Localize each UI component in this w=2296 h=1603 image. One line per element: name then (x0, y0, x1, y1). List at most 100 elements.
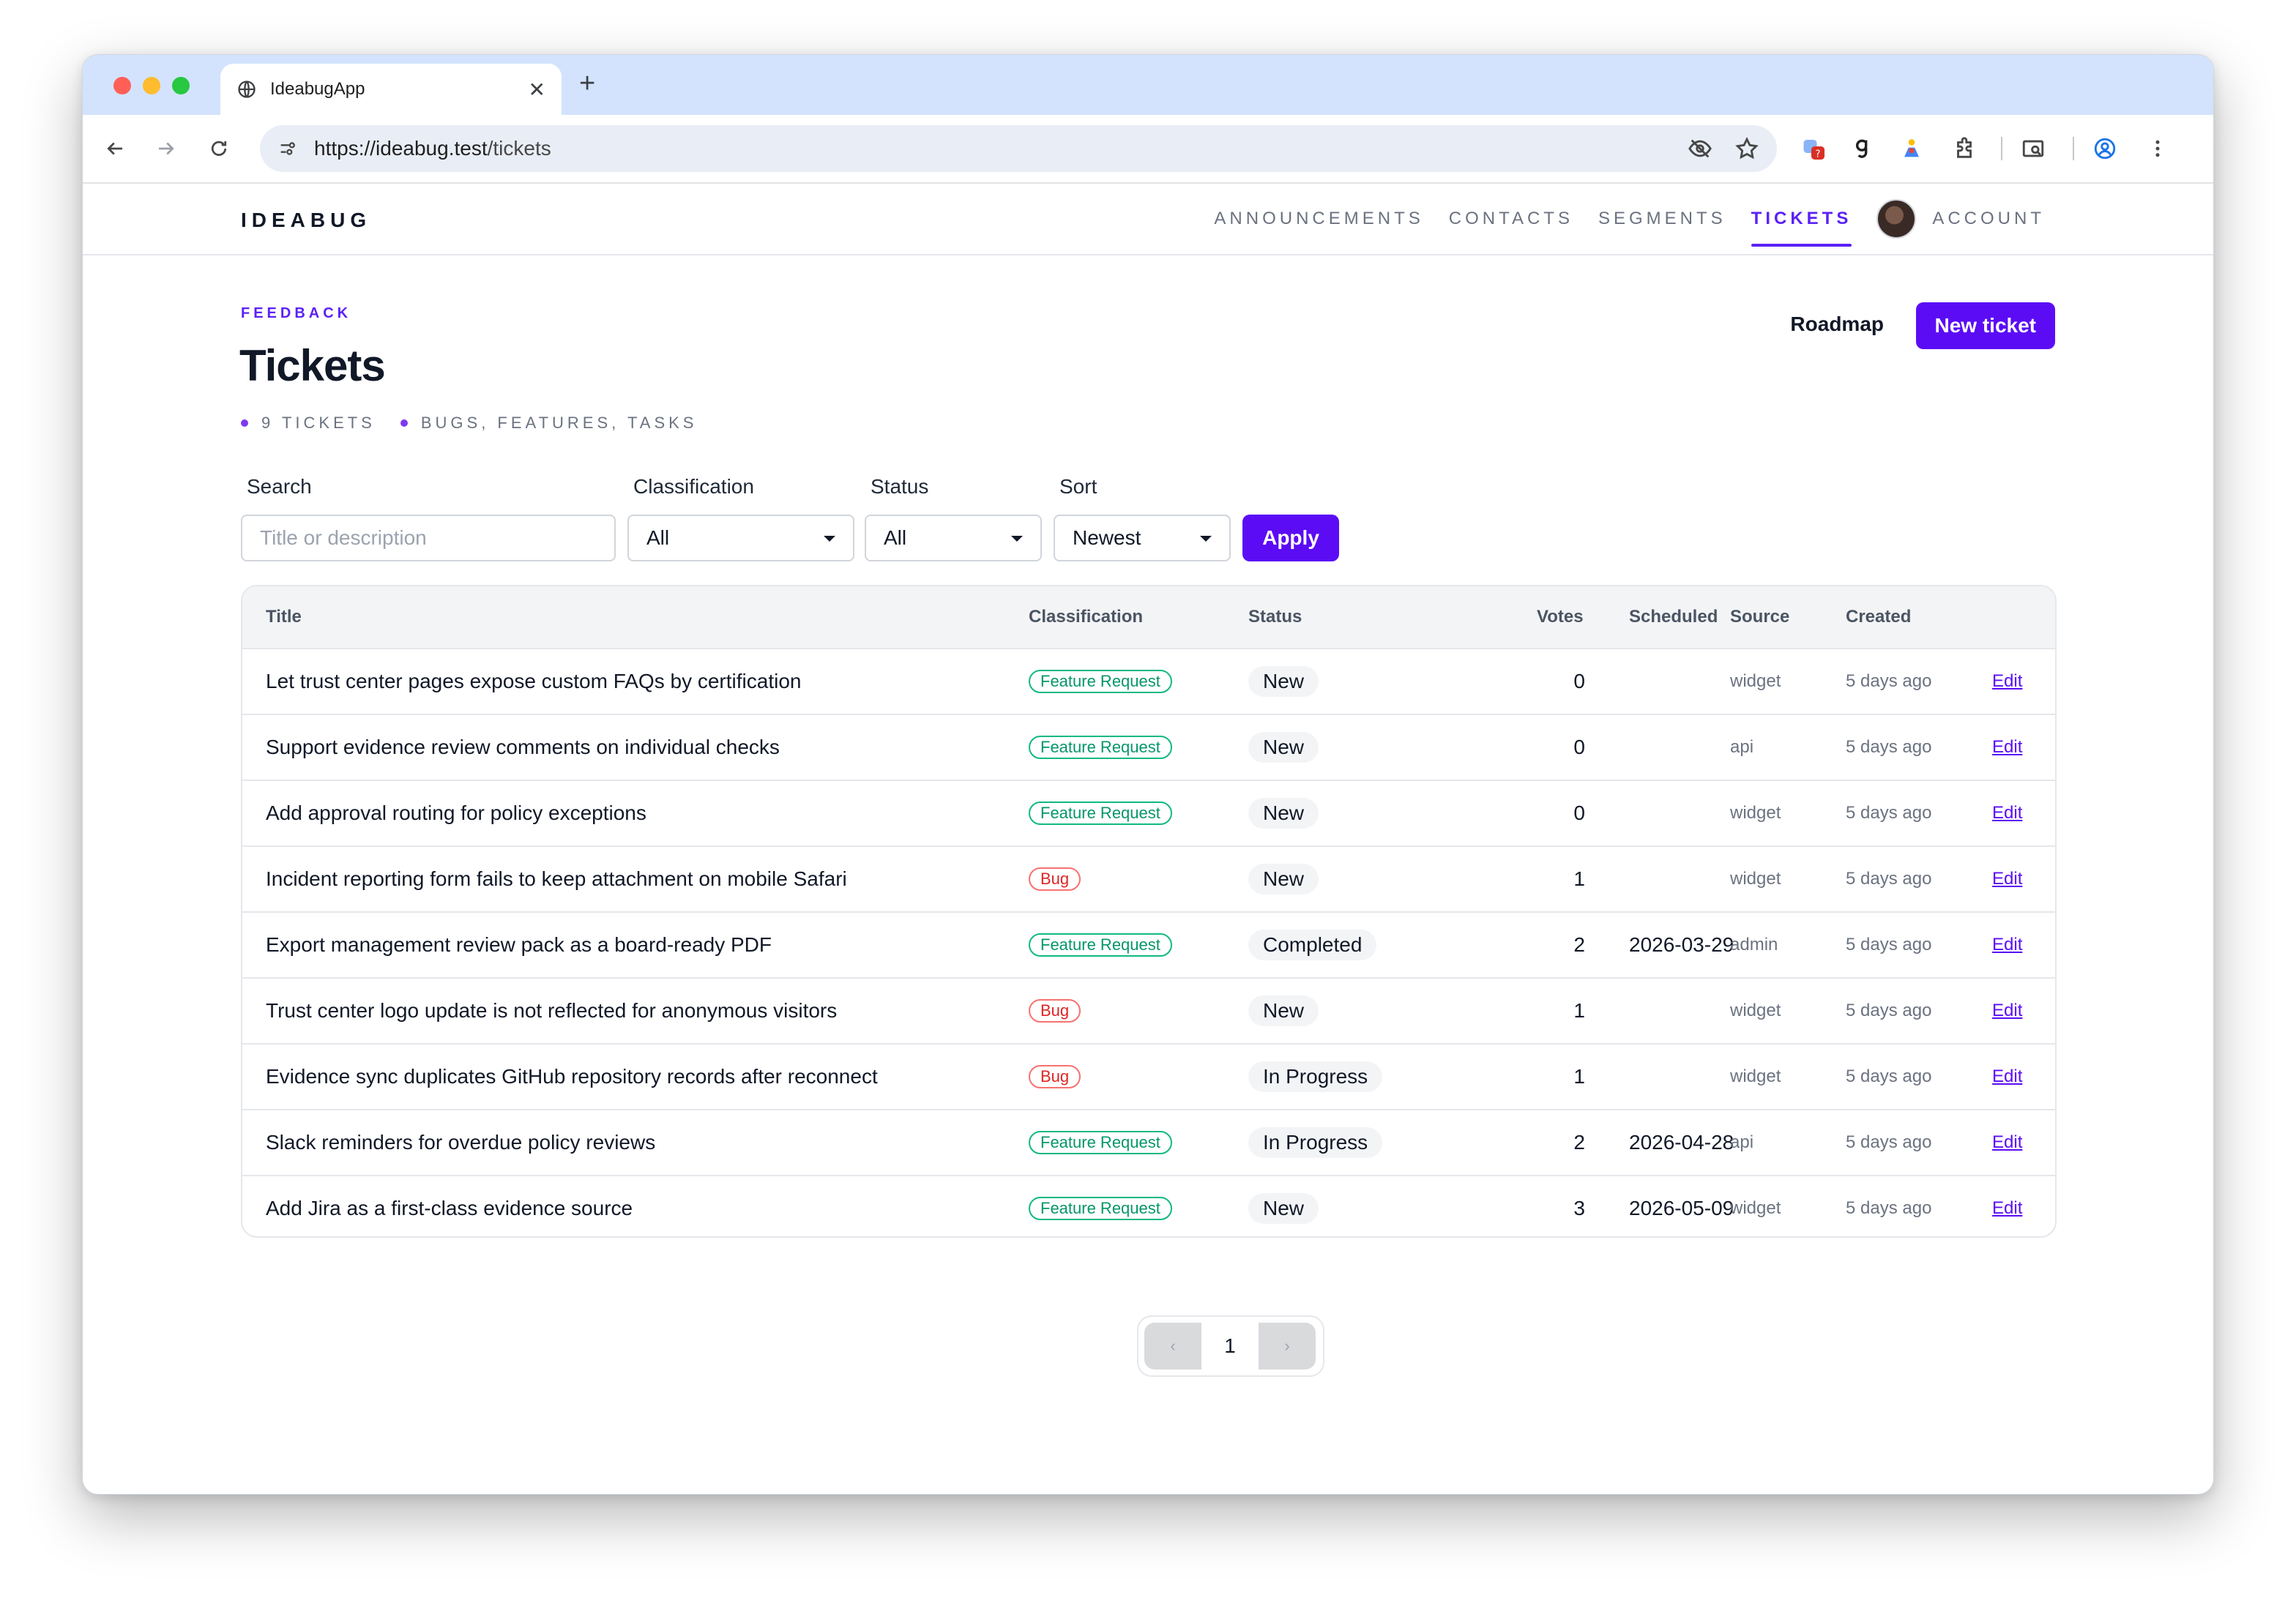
user-avatar[interactable] (1876, 199, 1917, 239)
browser-tab[interactable]: IdeabugApp ✕ (220, 64, 562, 115)
ticket-title[interactable]: Export management review pack as a board… (266, 913, 772, 977)
table-row[interactable]: Slack reminders for overdue policy revie… (242, 1109, 2055, 1175)
apply-button[interactable]: Apply (1242, 515, 1339, 561)
kebab-menu-icon[interactable] (2142, 132, 2174, 165)
status-badge: New (1248, 732, 1319, 763)
close-tab-icon[interactable]: ✕ (529, 78, 545, 102)
edit-link[interactable]: Edit (1992, 847, 2022, 911)
forward-icon[interactable] (150, 132, 182, 165)
ticket-title[interactable]: Support evidence review comments on indi… (266, 715, 780, 780)
votes-cell: 1 (1573, 867, 1585, 890)
scheduled-cell: 2026-04-28 (1629, 1131, 1734, 1154)
ticket-title[interactable]: Add approval routing for policy exceptio… (266, 781, 646, 845)
globe-icon (238, 81, 256, 98)
header-title[interactable]: Title (266, 607, 302, 627)
meta-ticket-count-text: 9 TICKETS (261, 414, 376, 432)
eye-off-icon[interactable] (1688, 136, 1712, 161)
bullet-dot (400, 419, 408, 427)
nav-account[interactable]: ACCOUNT (1932, 184, 2045, 254)
table-row[interactable]: Export management review pack as a board… (242, 911, 2055, 977)
page-meta: 9 TICKETS BUGS, FEATURES, TASKS (241, 414, 697, 433)
roadmap-link[interactable]: Roadmap (1790, 313, 1884, 336)
created-cell: 5 days ago (1846, 869, 1932, 889)
edit-link[interactable]: Edit (1992, 1045, 2022, 1109)
sort-select[interactable]: Newest (1054, 515, 1231, 561)
tab-search-icon[interactable] (2017, 132, 2049, 165)
table-row[interactable]: Evidence sync duplicates GitHub reposito… (242, 1043, 2055, 1109)
table-row[interactable]: Let trust center pages expose custom FAQ… (242, 648, 2055, 714)
status-badge: New (1248, 666, 1319, 697)
status-badge: New (1248, 1193, 1319, 1224)
classification-badge: Feature Request (1029, 802, 1172, 825)
classification-cell: Feature Request (1029, 781, 1172, 845)
edit-link[interactable]: Edit (1992, 781, 2022, 845)
table-row[interactable]: Add approval routing for policy exceptio… (242, 780, 2055, 845)
ticket-title[interactable]: Slack reminders for overdue policy revie… (266, 1110, 655, 1175)
site-settings-icon[interactable] (277, 138, 298, 159)
source-cell: admin (1730, 935, 1778, 954)
new-tab-button[interactable]: + (579, 70, 595, 97)
source-cell: widget (1730, 869, 1781, 889)
ticket-title[interactable]: Add Jira as a first-class evidence sourc… (266, 1176, 633, 1236)
tickets-table: Title Classification Status Votes Schedu… (241, 585, 2057, 1238)
bookmark-star-icon[interactable] (1734, 136, 1759, 161)
edit-link[interactable]: Edit (1992, 1110, 2022, 1175)
edit-link[interactable]: Edit (1992, 913, 2022, 977)
status-badge: New (1248, 864, 1319, 894)
profile-icon[interactable] (2089, 132, 2121, 165)
search-input[interactable]: Title or description (241, 515, 616, 561)
ticket-title[interactable]: Let trust center pages expose custom FAQ… (266, 649, 801, 714)
header-votes[interactable]: Votes (1537, 607, 1584, 627)
next-page-button[interactable]: › (1259, 1323, 1316, 1370)
votes-cell: 0 (1573, 802, 1585, 824)
edit-link[interactable]: Edit (1992, 649, 2022, 714)
votes-cell: 2 (1573, 933, 1585, 956)
ticket-title[interactable]: Trust center logo update is not reflecte… (266, 979, 837, 1043)
table-row[interactable]: Trust center logo update is not reflecte… (242, 977, 2055, 1043)
pagination: ‹ 1 › (1137, 1315, 1324, 1377)
edit-link[interactable]: Edit (1992, 1176, 2022, 1236)
nav-tickets[interactable]: TICKETS (1751, 184, 1852, 254)
ticket-title[interactable]: Incident reporting form fails to keep at… (266, 847, 847, 911)
address-bar[interactable]: https://ideabug.test/tickets (260, 125, 1777, 172)
edit-link[interactable]: Edit (1992, 979, 2022, 1043)
status-value: All (884, 526, 907, 549)
header-classification[interactable]: Classification (1029, 607, 1143, 627)
table-row[interactable]: Incident reporting form fails to keep at… (242, 845, 2055, 911)
header-scheduled[interactable]: Scheduled (1629, 607, 1718, 627)
classification-badge: Bug (1029, 1065, 1081, 1088)
source-cell: widget (1730, 1198, 1781, 1218)
table-row[interactable]: Add Jira as a first-class evidence sourc… (242, 1175, 2055, 1236)
nav-segments[interactable]: SEGMENTS (1598, 184, 1726, 254)
table-row[interactable]: Support evidence review comments on indi… (242, 714, 2055, 780)
colorful-extension-icon[interactable] (1896, 132, 1928, 165)
minimize-window-button[interactable] (143, 77, 160, 94)
edit-link[interactable]: Edit (1992, 715, 2022, 780)
header-created[interactable]: Created (1846, 607, 1911, 627)
votes-cell: 0 (1573, 736, 1585, 758)
source-cell: widget (1730, 1001, 1781, 1020)
ticket-title[interactable]: Evidence sync duplicates GitHub reposito… (266, 1045, 878, 1109)
extension-badge-icon[interactable]: ? (1797, 132, 1830, 165)
app-logo[interactable]: IDEABUG (241, 209, 371, 232)
status-cell: New (1248, 715, 1319, 780)
created-cell: 5 days ago (1846, 671, 1932, 691)
header-status[interactable]: Status (1248, 607, 1302, 627)
header-source[interactable]: Source (1730, 607, 1789, 627)
page-1-button[interactable]: 1 (1201, 1323, 1259, 1370)
maximize-window-button[interactable] (172, 77, 190, 94)
previous-page-button[interactable]: ‹ (1144, 1323, 1201, 1370)
close-window-button[interactable] (113, 77, 131, 94)
back-icon[interactable] (99, 132, 131, 165)
status-cell: In Progress (1248, 1110, 1383, 1175)
sort-value: Newest (1073, 526, 1141, 549)
new-ticket-button[interactable]: New ticket (1915, 302, 2055, 349)
puzzle-extensions-icon[interactable] (1948, 132, 1980, 165)
nav-announcements[interactable]: ANNOUNCEMENTS (1214, 184, 1423, 254)
grammar-extension-icon[interactable] (1846, 132, 1878, 165)
meta-ticket-count: 9 TICKETS (241, 414, 376, 433)
classification-select[interactable]: All (627, 515, 854, 561)
nav-contacts[interactable]: CONTACTS (1449, 184, 1573, 254)
status-select[interactable]: All (865, 515, 1042, 561)
reload-icon[interactable] (203, 132, 235, 165)
